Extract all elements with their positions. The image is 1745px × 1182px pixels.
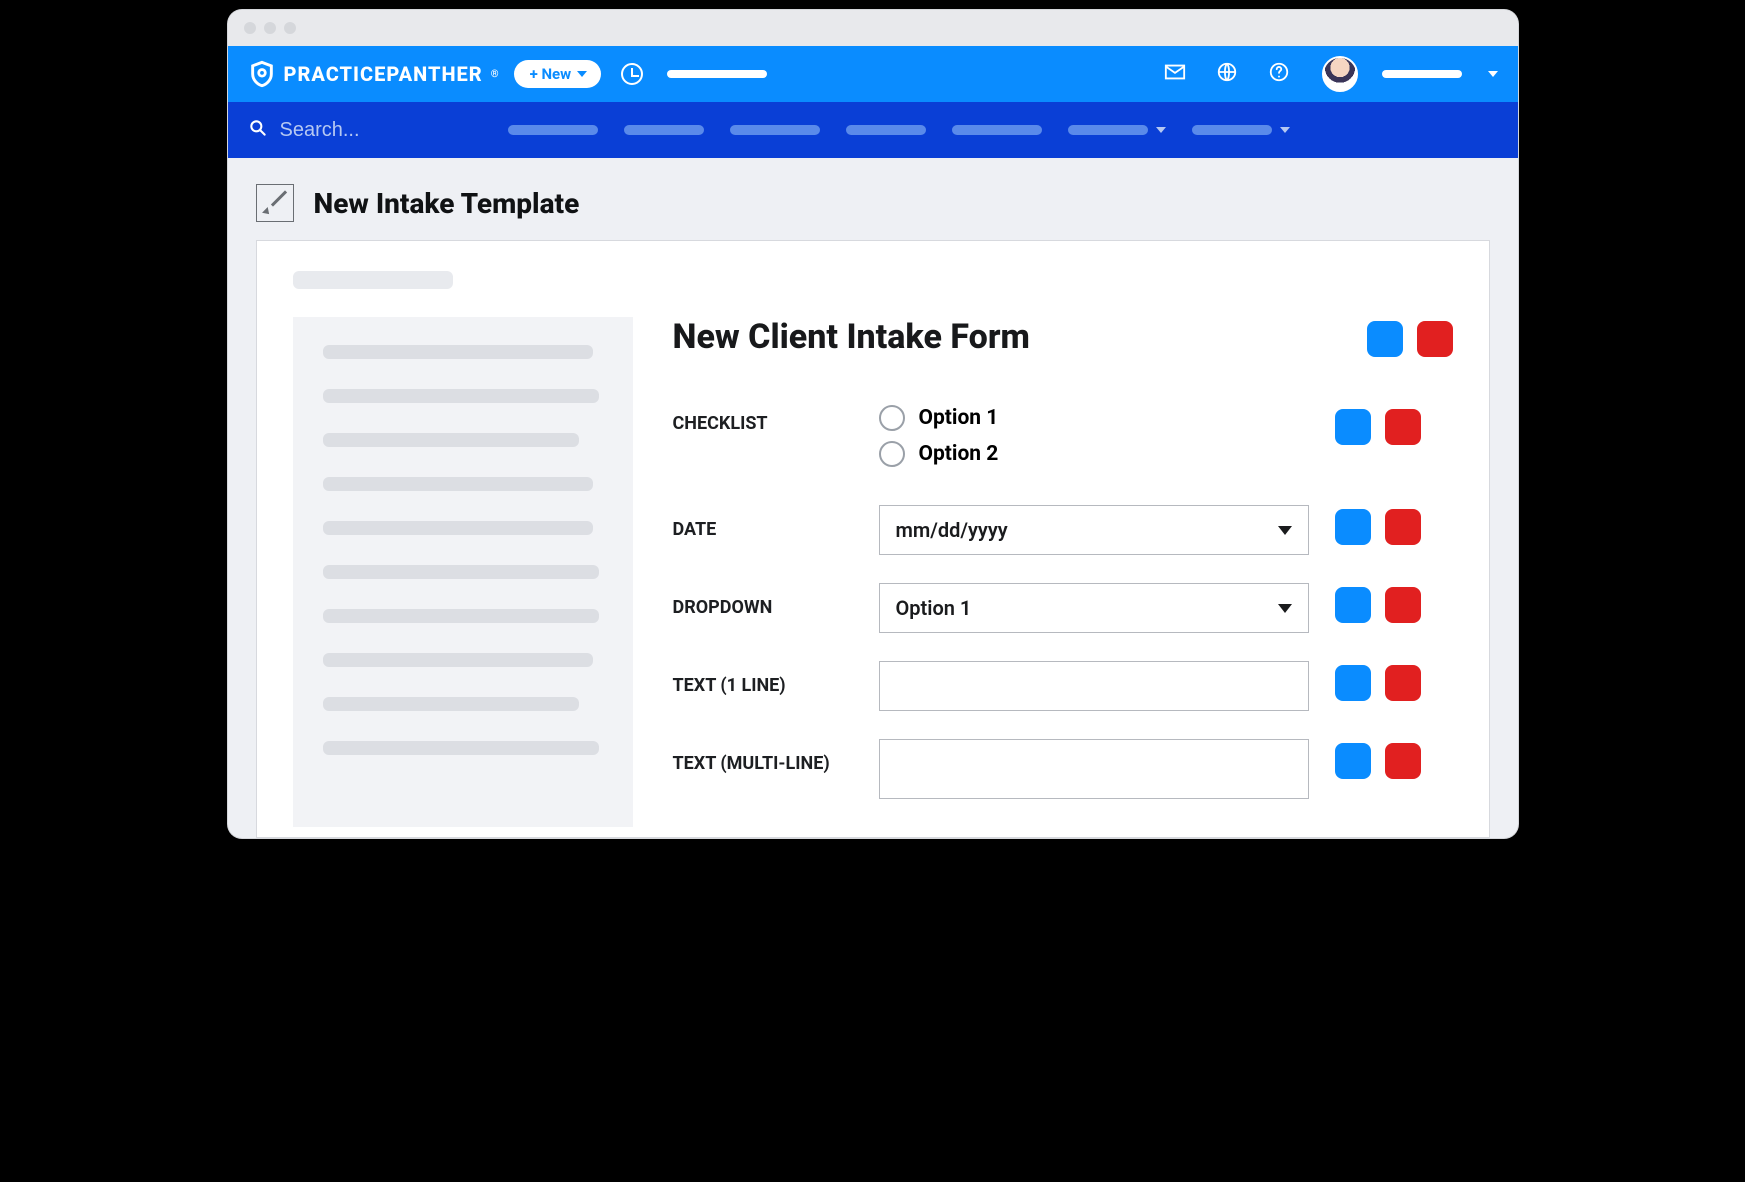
- form-title: New Client Intake Form: [673, 317, 1030, 357]
- edit-action-button[interactable]: [1335, 509, 1371, 545]
- edit-action-button[interactable]: [1335, 665, 1371, 701]
- dropdown-selected: Option 1: [896, 596, 972, 620]
- nav-item[interactable]: [1068, 125, 1166, 135]
- edit-action-button[interactable]: [1335, 743, 1371, 779]
- app-window: PRACTICEPANTHER ® + New: [228, 10, 1518, 838]
- radio-option[interactable]: Option 2: [879, 441, 1309, 467]
- trademark-icon: ®: [491, 69, 500, 80]
- nav-item[interactable]: [624, 125, 704, 135]
- nav-item[interactable]: [730, 125, 820, 135]
- new-button[interactable]: + New: [514, 60, 602, 88]
- avatar[interactable]: [1322, 56, 1358, 92]
- dropdown-select[interactable]: Option 1: [879, 583, 1309, 633]
- radio-label: Option 2: [919, 442, 999, 466]
- date-input[interactable]: mm/dd/yyyy: [879, 505, 1309, 555]
- nav-placeholder: [667, 70, 767, 78]
- chevron-down-icon: [1278, 604, 1292, 613]
- date-placeholder: mm/dd/yyyy: [896, 518, 1008, 542]
- nav-item[interactable]: [1192, 125, 1290, 135]
- radio-label: Option 1: [919, 406, 999, 430]
- window-minimize-dot[interactable]: [264, 22, 276, 34]
- form-title-row: New Client Intake Form: [673, 317, 1453, 357]
- search-wrap: [248, 118, 420, 143]
- textarea-input[interactable]: [879, 739, 1309, 799]
- edit-action-button[interactable]: [1367, 321, 1403, 357]
- field-row-dropdown: DROPDOWN Option 1: [673, 583, 1453, 633]
- nav-item[interactable]: [508, 125, 598, 135]
- list-item[interactable]: [323, 565, 599, 579]
- shield-icon: [248, 60, 276, 88]
- nav-bar: [228, 102, 1518, 158]
- window-maximize-dot[interactable]: [284, 22, 296, 34]
- sidebar-panel: [293, 317, 633, 827]
- globe-icon[interactable]: [1216, 61, 1238, 88]
- field-label: TEXT (1 LINE): [673, 661, 853, 696]
- text-input[interactable]: [879, 661, 1309, 711]
- nav-items: [508, 125, 1290, 135]
- search-input[interactable]: [280, 119, 420, 142]
- search-icon: [248, 118, 268, 143]
- username-placeholder: [1382, 70, 1462, 78]
- chevron-down-icon: [1280, 127, 1290, 133]
- delete-action-button[interactable]: [1385, 587, 1421, 623]
- main-card: New Client Intake Form CHECKLIST Option …: [256, 240, 1490, 838]
- list-item[interactable]: [323, 697, 579, 711]
- window-close-dot[interactable]: [244, 22, 256, 34]
- form-area: New Client Intake Form CHECKLIST Option …: [673, 317, 1453, 827]
- brand-logo[interactable]: PRACTICEPANTHER ®: [248, 60, 500, 88]
- edit-icon: [256, 184, 294, 222]
- field-label: DATE: [673, 505, 853, 540]
- delete-action-button[interactable]: [1385, 665, 1421, 701]
- page-title: New Intake Template: [314, 187, 580, 220]
- nav-item[interactable]: [952, 125, 1042, 135]
- edit-action-button[interactable]: [1335, 409, 1371, 445]
- radio-option[interactable]: Option 1: [879, 405, 1309, 431]
- clock-icon[interactable]: [621, 63, 643, 85]
- radio-icon: [879, 441, 905, 467]
- help-icon[interactable]: [1268, 61, 1290, 88]
- delete-action-button[interactable]: [1385, 743, 1421, 779]
- new-button-label: + New: [530, 65, 572, 83]
- list-item[interactable]: [323, 609, 599, 623]
- field-row-date: DATE mm/dd/yyyy: [673, 505, 1453, 555]
- skeleton-line: [293, 271, 453, 289]
- list-item[interactable]: [323, 521, 593, 535]
- chevron-down-icon: [577, 71, 587, 77]
- edit-action-button[interactable]: [1335, 587, 1371, 623]
- nav-item[interactable]: [846, 125, 926, 135]
- page-heading: New Intake Template: [228, 158, 1518, 240]
- list-item[interactable]: [323, 653, 593, 667]
- chevron-down-icon: [1278, 526, 1292, 535]
- radio-icon: [879, 405, 905, 431]
- list-item[interactable]: [323, 433, 579, 447]
- layout: New Client Intake Form CHECKLIST Option …: [293, 317, 1453, 827]
- delete-action-button[interactable]: [1417, 321, 1453, 357]
- mail-icon[interactable]: [1164, 61, 1186, 88]
- window-titlebar: [228, 10, 1518, 46]
- field-row-text-multi: TEXT (MULTI-LINE): [673, 739, 1453, 799]
- field-label: TEXT (MULTI-LINE): [673, 739, 853, 774]
- topbar: PRACTICEPANTHER ® + New: [228, 46, 1518, 102]
- list-item[interactable]: [323, 345, 593, 359]
- field-label: CHECKLIST: [673, 405, 853, 434]
- chevron-down-icon[interactable]: [1488, 71, 1498, 77]
- delete-action-button[interactable]: [1385, 509, 1421, 545]
- list-item[interactable]: [323, 477, 593, 491]
- list-item[interactable]: [323, 741, 599, 755]
- field-row-text-single: TEXT (1 LINE): [673, 661, 1453, 711]
- list-item[interactable]: [323, 389, 599, 403]
- field-row-checklist: CHECKLIST Option 1 Option 2: [673, 405, 1453, 477]
- chevron-down-icon: [1156, 127, 1166, 133]
- brand-text: PRACTICEPANTHER: [284, 62, 483, 86]
- delete-action-button[interactable]: [1385, 409, 1421, 445]
- field-label: DROPDOWN: [673, 583, 853, 618]
